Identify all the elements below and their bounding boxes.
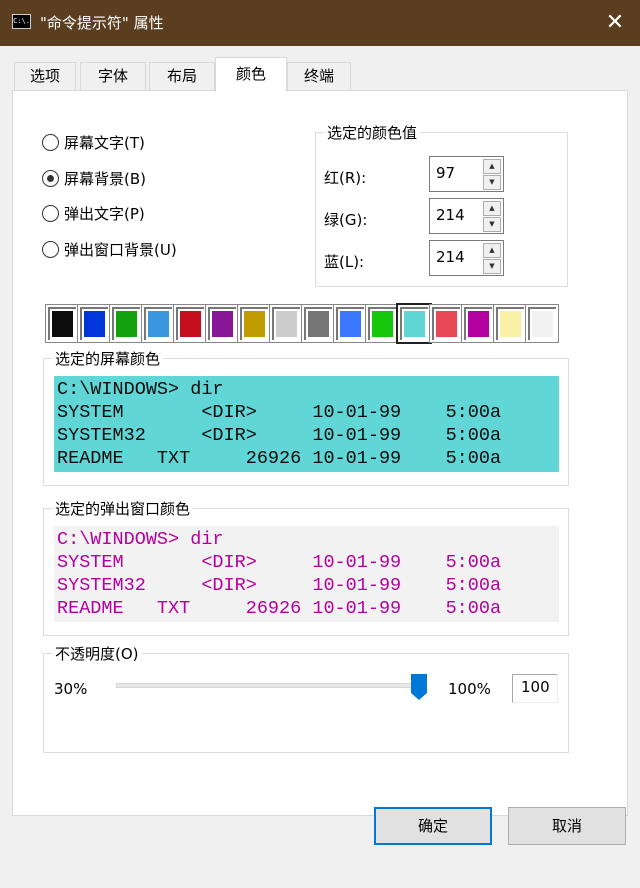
swatch-fill [308,311,329,337]
tab-options[interactable]: 选项 [14,62,76,91]
radio-label: 屏幕文字(T) [64,133,145,152]
selected-color-values-group: 选定的颜色值 红(R): 绿(G): 蓝(L): 97 ▲ ▼ 214 ▲ ▼ 214 ▲… [315,122,568,287]
group-title: 选定的屏幕颜色 [52,348,164,369]
color-swatch[interactable] [205,304,239,343]
radio-popup-background[interactable]: 弹出窗口背景(U) [42,239,177,259]
swatch-fill [116,311,137,337]
popup-preview-line-2: SYSTEM <DIR> 10-01-99 5:00a [57,552,502,573]
swatch-fill [468,311,489,337]
color-swatch[interactable] [109,304,143,343]
color-swatch[interactable] [396,303,432,344]
popup-preview-line-3: SYSTEM32 <DIR> 10-01-99 5:00a [57,575,502,596]
radio-circle [42,133,59,151]
close-button[interactable]: ✕ [600,8,630,38]
screen-preview-line-2: SYSTEM <DIR> 10-01-99 5:00a [57,402,502,423]
cancel-button[interactable]: 取消 [508,807,626,845]
color-swatch[interactable] [461,304,495,343]
swatch-fill [372,311,393,337]
blue-value[interactable]: 214 [436,248,465,266]
spin-down-icon[interactable]: ▼ [483,259,501,274]
color-swatch[interactable] [365,304,399,343]
blue-spinbox[interactable]: 214 ▲ ▼ [429,240,504,276]
popup-color-preview: C:\WINDOWS> dir SYSTEM <DIR> 10-01-99 5:… [54,526,559,622]
radio-screen-background[interactable]: 屏幕背景(B) [42,168,146,188]
color-swatch[interactable] [173,304,207,343]
spin-down-icon[interactable]: ▼ [483,217,501,232]
opacity-min-label: 30% [54,680,88,698]
swatch-fill [436,311,457,337]
spin-down-icon[interactable]: ▼ [483,175,501,190]
opacity-max-label: 100% [448,680,491,698]
screen-preview-line-4: README TXT 26926 10-01-99 5:00a [57,448,502,469]
swatch-fill [244,311,265,337]
title-bar: C:\. "命令提示符" 属性 ✕ [0,0,640,46]
radio-screen-text[interactable]: 屏幕文字(T) [42,132,145,152]
window-title: "命令提示符" 属性 [40,14,164,32]
cmd-icon: C:\. [12,14,31,29]
color-swatch[interactable] [429,304,463,343]
color-swatch[interactable] [237,304,271,343]
swatch-fill [340,311,361,337]
radio-label: 弹出文字(P) [64,204,145,223]
screen-preview-line-1: C:\WINDOWS> dir [57,379,224,400]
color-swatch[interactable] [141,304,175,343]
red-label: 红(R): [324,169,367,187]
radio-popup-text[interactable]: 弹出文字(P) [42,203,145,223]
popup-colors-group: 选定的弹出窗口颜色 C:\WINDOWS> dir SYSTEM <DIR> 1… [43,498,569,636]
tab-colors[interactable]: 颜色 [215,57,287,92]
radio-label: 弹出窗口背景(U) [64,240,177,259]
green-value[interactable]: 214 [436,206,465,224]
spin-up-icon[interactable]: ▲ [483,159,501,174]
color-swatch[interactable] [301,304,335,343]
group-title: 不透明度(O) [52,643,142,664]
color-swatch[interactable] [525,304,559,343]
color-swatch[interactable] [493,304,527,343]
swatch-fill [212,311,233,337]
screen-preview-line-3: SYSTEM32 <DIR> 10-01-99 5:00a [57,425,502,446]
radio-circle [42,240,59,258]
spin-up-icon[interactable]: ▲ [483,201,501,216]
popup-preview-line-4: README TXT 26926 10-01-99 5:00a [57,598,502,619]
swatch-fill [500,311,521,337]
tab-font[interactable]: 字体 [80,62,146,91]
swatch-fill [404,311,425,337]
screen-colors-group: 选定的屏幕颜色 C:\WINDOWS> dir SYSTEM <DIR> 10-… [43,348,569,486]
radio-circle [42,204,59,222]
swatch-fill [180,311,201,337]
color-swatch[interactable] [77,304,111,343]
ok-button[interactable]: 确定 [374,807,492,845]
swatch-fill [532,311,553,337]
opacity-group: 不透明度(O) 30% 100% 100 [43,643,569,753]
green-spinbox[interactable]: 214 ▲ ▼ [429,198,504,234]
swatch-fill [84,311,105,337]
color-swatch[interactable] [269,304,303,343]
opacity-slider-track[interactable] [116,683,426,688]
radio-label: 屏幕背景(B) [64,169,146,188]
red-value[interactable]: 97 [436,164,455,182]
swatch-fill [52,311,73,337]
group-title: 选定的颜色值 [324,122,421,143]
swatch-fill [276,311,297,337]
opacity-slider-thumb[interactable] [411,674,427,700]
screen-color-preview: C:\WINDOWS> dir SYSTEM <DIR> 10-01-99 5:… [54,376,559,472]
color-swatch[interactable] [333,304,367,343]
popup-preview-line-1: C:\WINDOWS> dir [57,529,224,550]
tab-terminal[interactable]: 终端 [287,62,351,91]
swatch-fill [148,311,169,337]
color-swatch[interactable] [45,304,79,343]
opacity-value-input[interactable]: 100 [512,674,558,703]
red-spinbox[interactable]: 97 ▲ ▼ [429,156,504,192]
spin-up-icon[interactable]: ▲ [483,243,501,258]
blue-label: 蓝(L): [324,253,365,271]
tab-layout[interactable]: 布局 [149,62,215,91]
green-label: 绿(G): [324,211,368,229]
group-title: 选定的弹出窗口颜色 [52,498,194,519]
radio-circle [42,169,59,187]
